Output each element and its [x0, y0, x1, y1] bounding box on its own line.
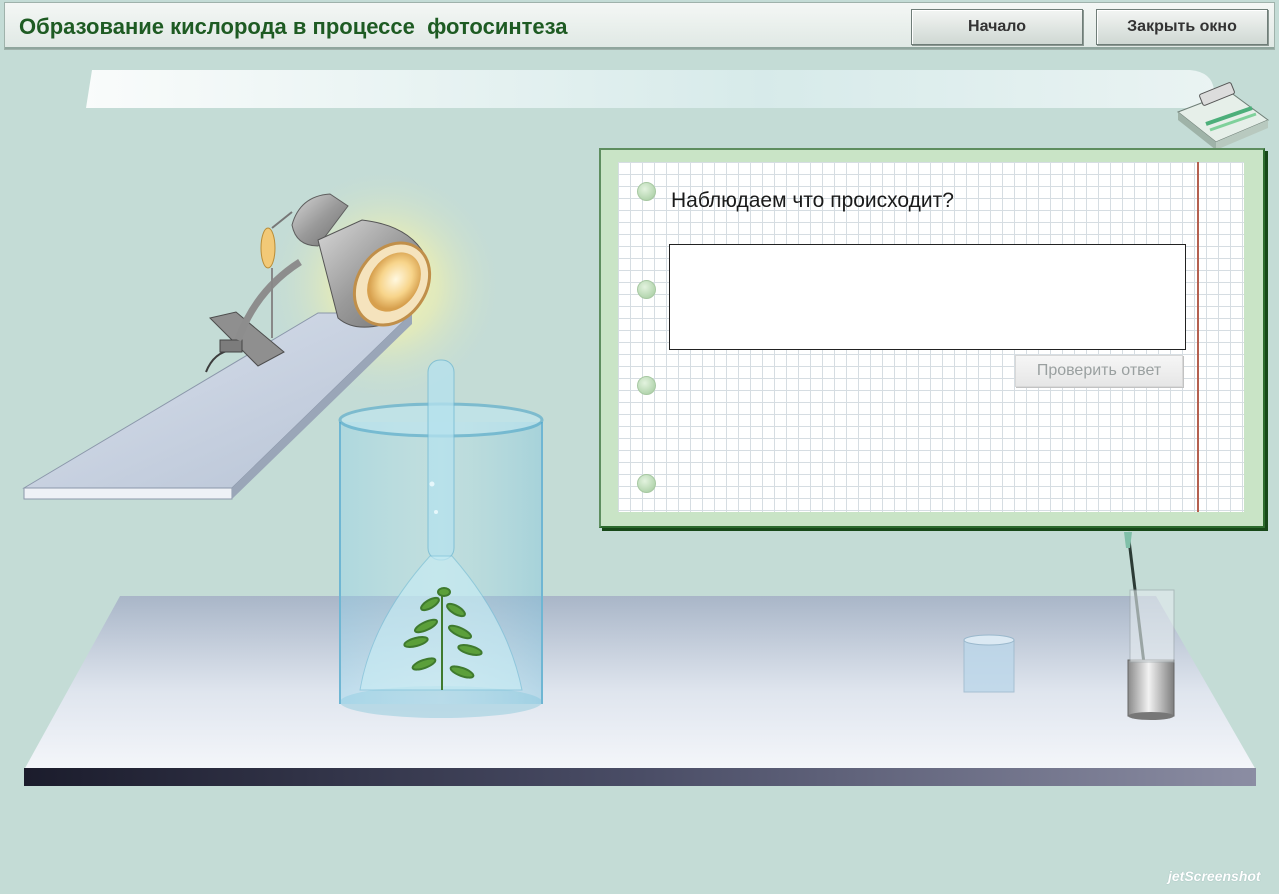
answer-input[interactable] — [669, 244, 1186, 350]
brush-cup — [1124, 531, 1175, 720]
question-text: Наблюдаем что происходит? — [671, 189, 954, 212]
binder-hole — [637, 182, 656, 201]
binder-hole — [637, 376, 656, 395]
watermark-text: jetScreenshot — [1168, 868, 1261, 884]
binder-hole — [637, 474, 656, 493]
margin-line — [1197, 162, 1199, 512]
notebook-panel: Наблюдаем что происходит? Проверить отве… — [599, 148, 1265, 528]
binder-hole — [637, 280, 656, 299]
graph-paper: Наблюдаем что происходит? Проверить отве… — [618, 162, 1244, 512]
beaker-with-plant — [338, 359, 544, 718]
check-answer-button[interactable]: Проверить ответ — [1015, 355, 1183, 387]
small-glass — [963, 634, 1015, 693]
lab-table — [24, 596, 1256, 786]
